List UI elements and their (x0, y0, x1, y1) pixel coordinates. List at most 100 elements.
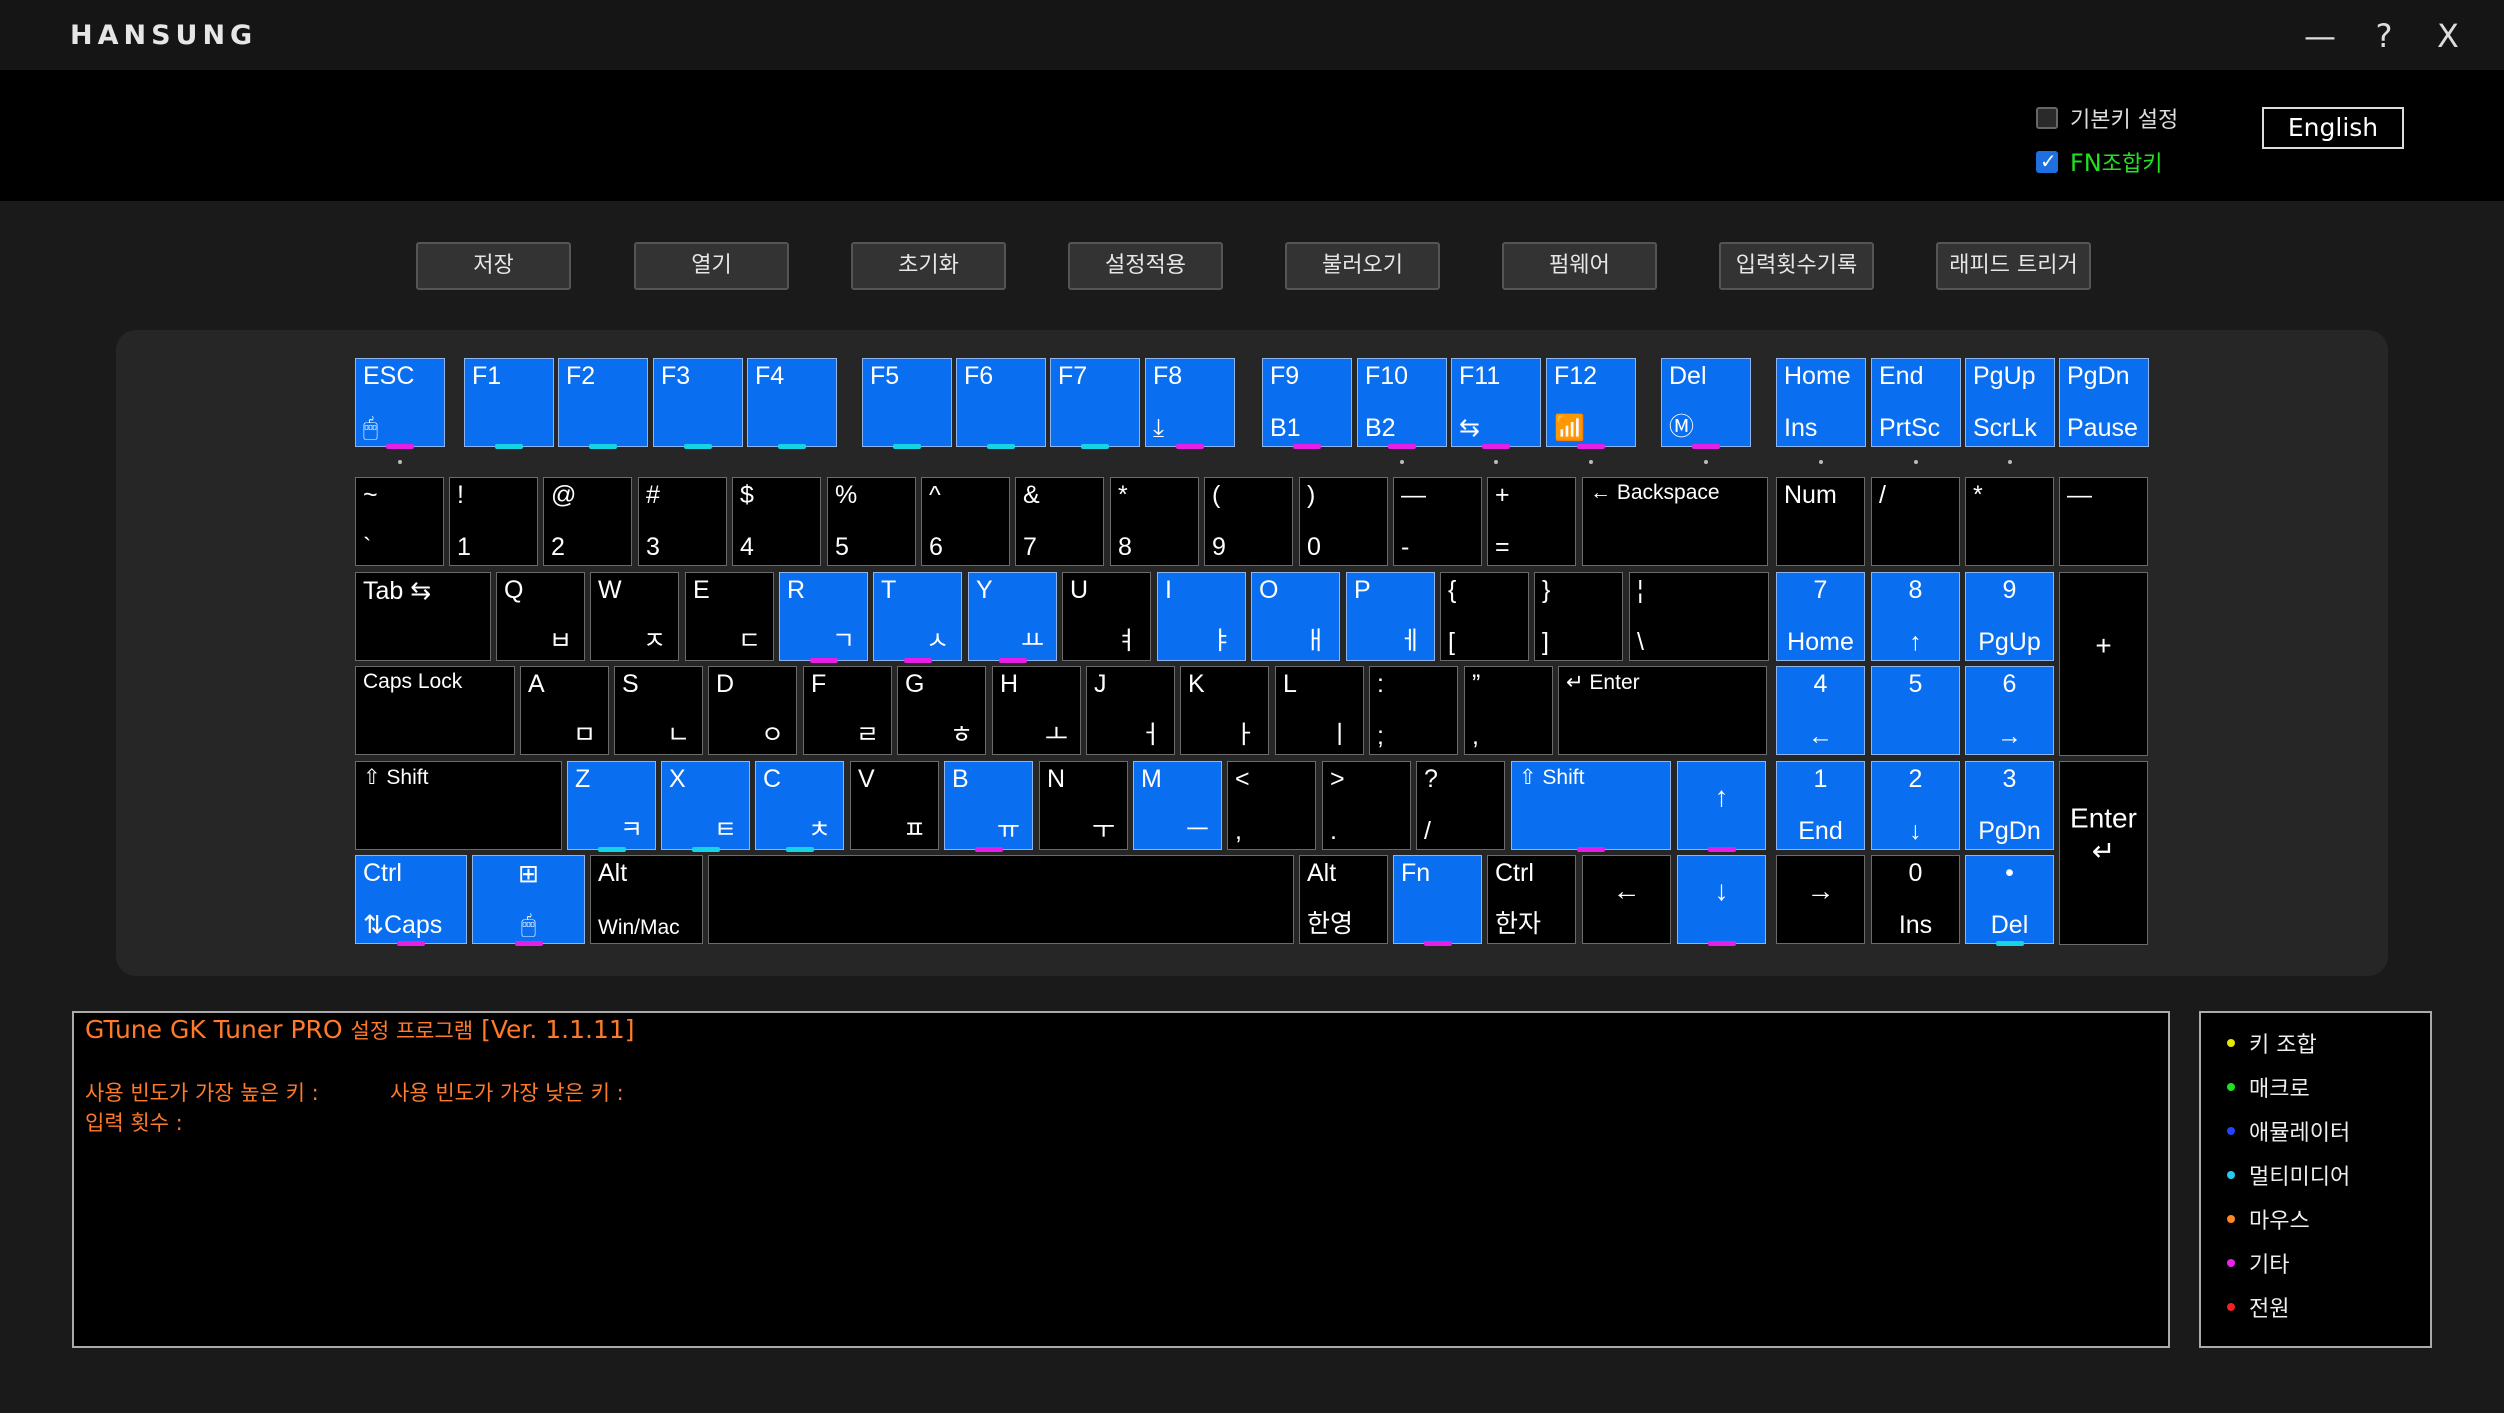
row-f-key[interactable]: F2 (558, 358, 648, 449)
row-shift-key[interactable]: ⇧ Shift (1511, 761, 1671, 852)
row-tab-key[interactable]: Uㅕ (1062, 572, 1151, 661)
row-tab-key[interactable]: 7 Home (1776, 572, 1865, 661)
row-num-key[interactable]: * 8 (1110, 477, 1199, 566)
row-ctrl-key[interactable]: ← (1582, 855, 1671, 944)
row-shift-key[interactable]: Cㅊ (755, 761, 844, 852)
row-ctrl-key[interactable]: Ctrl 한자 (1487, 855, 1576, 944)
row-ctrl-key[interactable]: Fn (1393, 855, 1482, 946)
row-tab-key[interactable]: ¦ \ (1629, 572, 1769, 661)
row-num-key[interactable]: * (1965, 477, 2054, 566)
row-caps-key[interactable]: Caps Lock (355, 666, 515, 755)
row-caps-key[interactable]: Gㅎ (897, 666, 986, 755)
row-f-key[interactable]: Home Ins (1776, 358, 1866, 464)
row-shift-key[interactable]: 3 PgDn (1965, 761, 2054, 850)
firmware-button[interactable]: 펌웨어 (1502, 242, 1657, 290)
row-shift-key[interactable]: >. (1322, 761, 1411, 850)
apply-button[interactable]: 설정적용 (1068, 242, 1223, 290)
fn-combo-option[interactable]: FN조합키 (2036, 146, 2163, 178)
row-shift-key[interactable]: <, (1227, 761, 1316, 850)
rapid-trigger-button[interactable]: 래피드 트리거 (1936, 242, 2091, 290)
row-ctrl-key[interactable] (708, 855, 1294, 944)
default-key-checkbox[interactable] (2036, 107, 2058, 129)
row-f-key[interactable]: F6 (956, 358, 1046, 449)
row-f-key[interactable]: F7 (1050, 358, 1140, 449)
close-button[interactable]: X (2426, 14, 2470, 58)
row-f-key[interactable]: PgDn Pause (2059, 358, 2149, 447)
row-num-key[interactable]: (9 (1204, 477, 1293, 566)
row-f-key[interactable]: F11 ⇆ (1451, 358, 1541, 464)
row-num-key[interactable]: / (1871, 477, 1960, 566)
row-shift-key[interactable]: Bㅠ (944, 761, 1033, 852)
row-num-key[interactable]: @2 (543, 477, 632, 566)
row-tab-key[interactable]: Pㅔ (1346, 572, 1435, 661)
row-f-key[interactable]: ESC 🖱 (355, 358, 445, 464)
row-shift-key[interactable]: Vㅍ (850, 761, 939, 850)
row-ctrl-key[interactable]: → (1776, 855, 1865, 944)
row-ctrl-key[interactable]: ⊞ 🖱 (472, 855, 585, 946)
row-tab-key[interactable]: Oㅐ (1251, 572, 1340, 661)
row-tab-key[interactable]: 9 PgUp (1965, 572, 2054, 661)
row-shift-key[interactable]: Zㅋ (567, 761, 656, 852)
row-num-key[interactable]: — (2059, 477, 2148, 566)
row-tab-key[interactable]: {[ (1440, 572, 1529, 661)
row-num-key[interactable]: % 5 (827, 477, 916, 566)
row-ctrl-key[interactable]: Alt 한영 (1299, 855, 1388, 944)
default-key-option[interactable]: 기본키 설정 (2036, 102, 2178, 134)
row-tab-key[interactable]: Tㅅ (873, 572, 962, 663)
row-tab-key[interactable]: }] (1534, 572, 1623, 661)
open-button[interactable]: 열기 (634, 242, 789, 290)
row-shift-key[interactable]: 1 End (1776, 761, 1865, 850)
row-num-key[interactable]: ! 1 (449, 477, 538, 566)
row-num-key[interactable]: $4 (732, 477, 821, 566)
row-num-key[interactable]: #3 (638, 477, 727, 566)
row-tab-key[interactable]: Tab ⇆ (355, 572, 491, 661)
row-caps-key[interactable]: ↵ Enter (1558, 666, 1767, 755)
row-ctrl-key[interactable]: 0 Ins (1871, 855, 1960, 944)
row-shift-key[interactable]: Nㅜ (1039, 761, 1128, 850)
row-shift-key[interactable]: ⇧ Shift (355, 761, 562, 850)
row-tab-key[interactable]: 8 ↑ (1871, 572, 1960, 661)
row-f-key[interactable]: Del Ⓜ (1661, 358, 1751, 464)
row-tab-key[interactable]: + (2059, 572, 2148, 756)
row-ctrl-key[interactable]: Alt Win/Mac (590, 855, 703, 944)
input-count-button[interactable]: 입력횟수기록 (1719, 242, 1874, 290)
row-shift-key[interactable]: ↑ (1677, 761, 1766, 852)
row-caps-key[interactable]: :; (1369, 666, 1458, 755)
row-caps-key[interactable]: Sㄴ (614, 666, 703, 755)
row-num-key[interactable]: — - (1393, 477, 1482, 566)
row-ctrl-key[interactable]: Ctrl ⇅Caps (355, 855, 467, 946)
row-caps-key[interactable]: 6 → (1965, 666, 2054, 755)
row-num-key[interactable]: ^ 6 (921, 477, 1010, 566)
row-f-key[interactable]: PgUp ScrLk (1965, 358, 2055, 464)
row-shift-key[interactable]: Enter ↵ (2059, 761, 2148, 945)
row-num-key[interactable]: Num (1776, 477, 1865, 566)
row-caps-key[interactable]: ”, (1464, 666, 1553, 755)
row-f-key[interactable]: F1 (464, 358, 554, 449)
row-shift-key[interactable]: ? / (1416, 761, 1505, 850)
row-f-key[interactable]: F4 (747, 358, 837, 449)
row-ctrl-key[interactable]: ↓ (1677, 855, 1766, 946)
load-button[interactable]: 불러오기 (1285, 242, 1440, 290)
row-caps-key[interactable]: Lㅣ (1275, 666, 1364, 755)
fn-combo-checkbox[interactable] (2036, 149, 2058, 173)
row-caps-key[interactable]: Dㅇ (708, 666, 797, 755)
row-f-key[interactable]: F10 B2 (1357, 358, 1447, 464)
row-f-key[interactable]: F9 B1 (1262, 358, 1352, 449)
row-caps-key[interactable]: Jㅓ (1086, 666, 1175, 755)
row-shift-key[interactable]: 2 ↓ (1871, 761, 1960, 850)
language-button[interactable]: English (2262, 107, 2404, 149)
row-shift-key[interactable]: Mㅡ (1133, 761, 1222, 850)
row-f-key[interactable]: F5 (862, 358, 952, 449)
row-ctrl-key[interactable]: • Del (1965, 855, 2054, 946)
row-shift-key[interactable]: Xㅌ (661, 761, 750, 852)
row-caps-key[interactable]: 4 ← (1776, 666, 1865, 755)
row-f-key[interactable]: F8 ⤓ (1145, 358, 1235, 449)
row-caps-key[interactable]: Kㅏ (1180, 666, 1269, 755)
row-f-key[interactable]: End PrtSc (1871, 358, 1961, 464)
row-num-key[interactable]: & 7 (1015, 477, 1104, 566)
row-caps-key[interactable]: Fㄹ (803, 666, 892, 755)
reset-button[interactable]: 초기화 (851, 242, 1006, 290)
minimize-button[interactable]: — (2298, 14, 2342, 58)
row-tab-key[interactable]: Iㅑ (1157, 572, 1246, 661)
row-num-key[interactable]: ) 0 (1299, 477, 1388, 566)
